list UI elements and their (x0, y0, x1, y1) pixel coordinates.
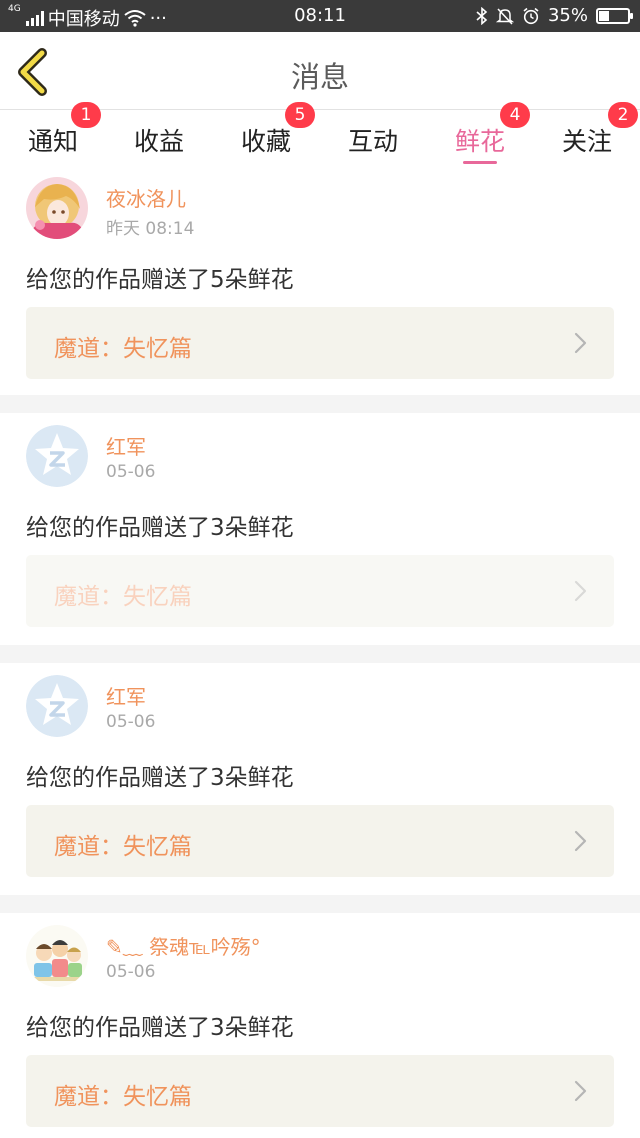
back-icon[interactable] (14, 48, 54, 96)
message-text: 给您的作品赠送了3朵鲜花 (26, 765, 294, 791)
work-link[interactable]: 魔道：失忆篇 (26, 555, 614, 627)
tab-earnings[interactable]: 收益 (106, 110, 212, 165)
tab-label: 互动 (347, 127, 398, 156)
work-title: 魔道：失忆篇 (54, 336, 192, 362)
user-avatar[interactable] (26, 425, 88, 487)
tab-label: 鲜花 (454, 127, 505, 156)
work-link[interactable]: 魔道：失忆篇 (26, 307, 614, 379)
user-avatar[interactable] (26, 925, 88, 987)
unread-badge: 4 (500, 102, 530, 128)
message-card: 夜冰洛儿 昨天 08:14 给您的作品赠送了5朵鲜花 魔道：失忆篇 (0, 165, 640, 395)
unread-badge: 2 (608, 102, 638, 128)
battery-percent: 35% (547, 5, 588, 26)
battery-icon (596, 7, 633, 24)
chevron-right-icon (574, 830, 587, 852)
work-title: 魔道：失忆篇 (54, 834, 192, 860)
message-text: 给您的作品赠送了5朵鲜花 (26, 267, 294, 293)
message-text: 给您的作品赠送了3朵鲜花 (26, 515, 294, 541)
nav-header: 消息 (0, 32, 640, 110)
unread-badge: 1 (71, 102, 101, 128)
username[interactable]: 红军 (106, 431, 146, 460)
tab-flowers[interactable]: 鲜花 4 (427, 102, 533, 165)
page-title: 消息 (290, 60, 349, 94)
tab-interactions[interactable]: 互动 (320, 110, 426, 165)
username[interactable]: ✎﹏ 祭魂℡吟殇° (106, 931, 261, 960)
work-link[interactable]: 魔道：失忆篇 (26, 805, 614, 877)
active-tab-indicator (463, 161, 497, 164)
status-bar: 4G 中国移动 ··· 08:11 35% (0, 0, 640, 32)
message-date: 05-06 (106, 962, 156, 982)
tab-favorites[interactable]: 收藏 5 (213, 102, 319, 165)
tab-label: 收藏 (240, 127, 291, 156)
username[interactable]: 红军 (106, 681, 146, 710)
flower-message-list: 夜冰洛儿 昨天 08:14 给您的作品赠送了5朵鲜花 魔道：失忆篇 红军 05-… (0, 165, 640, 1138)
chevron-right-icon (574, 1080, 587, 1102)
message-card: 红军 05-06 给您的作品赠送了3朵鲜花 魔道：失忆篇 (0, 413, 640, 645)
tab-follows[interactable]: 关注 2 (534, 102, 640, 165)
chevron-right-icon (574, 332, 587, 354)
tab-label: 通知 (27, 127, 78, 156)
message-text: 给您的作品赠送了3朵鲜花 (26, 1015, 294, 1041)
tab-bar: 通知 1 收益 收藏 5 互动 鲜花 4 关注 2 (0, 102, 640, 165)
user-avatar[interactable] (26, 177, 88, 239)
chevron-right-icon (574, 580, 587, 602)
work-title: 魔道：失忆篇 (54, 1084, 192, 1110)
message-date: 05-06 (106, 712, 156, 732)
tab-label: 关注 (561, 127, 612, 156)
work-link[interactable]: 魔道：失忆篇 (26, 1055, 614, 1127)
message-date: 05-06 (106, 462, 156, 482)
username[interactable]: 夜冰洛儿 (106, 183, 186, 212)
message-date: 昨天 08:14 (106, 219, 195, 239)
message-card: 红军 05-06 给您的作品赠送了3朵鲜花 魔道：失忆篇 (0, 663, 640, 895)
user-avatar[interactable] (26, 675, 88, 737)
work-title: 魔道：失忆篇 (54, 584, 192, 610)
tab-label: 收益 (133, 127, 184, 156)
bluetooth-icon (476, 6, 488, 25)
message-card: ✎﹏ 祭魂℡吟殇° 05-06 给您的作品赠送了3朵鲜花 魔道：失忆篇 (0, 913, 640, 1138)
tab-notice[interactable]: 通知 1 (0, 102, 106, 165)
unread-badge: 5 (285, 102, 315, 128)
mute-bell-icon (495, 7, 514, 25)
alarm-icon (523, 7, 539, 24)
